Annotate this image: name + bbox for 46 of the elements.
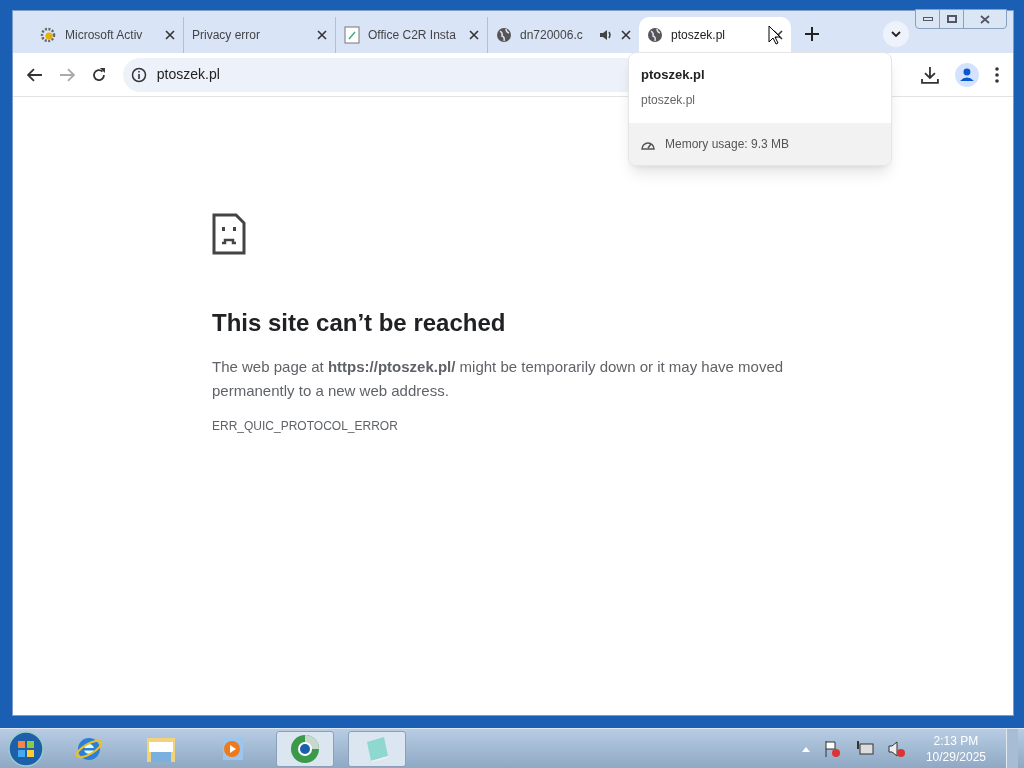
document-icon: [344, 26, 360, 44]
plus-icon[interactable]: [805, 27, 819, 41]
network-icon[interactable]: [855, 740, 874, 757]
gear-icon: [39, 26, 57, 44]
browser-tab[interactable]: Privacy error: [183, 17, 335, 53]
close-icon[interactable]: [165, 30, 175, 40]
browser-tab[interactable]: Microsoft Activ: [31, 17, 183, 53]
close-icon[interactable]: [773, 30, 783, 40]
browser-tab[interactable]: Office C2R Insta: [335, 17, 487, 53]
tab-search-button[interactable]: [883, 21, 909, 47]
tab-title: Microsoft Activ: [65, 27, 144, 44]
download-icon[interactable]: [921, 65, 940, 84]
hover-card-domain: ptoszek.pl: [641, 91, 696, 109]
tab-title: ptoszek.pl: [671, 27, 727, 44]
sad-page-icon: [212, 213, 246, 255]
reload-icon[interactable]: [90, 66, 107, 83]
globe-icon: [647, 27, 663, 43]
tab-title: Office C2R Insta: [368, 27, 457, 44]
url-text: ptoszek.pl: [156, 65, 220, 84]
start-button[interactable]: [6, 729, 46, 768]
clock-time: 2:13 PM: [933, 732, 979, 749]
back-arrow-icon[interactable]: [27, 67, 43, 82]
menu-icon[interactable]: [995, 66, 999, 83]
taskbar-button[interactable]: [276, 730, 334, 767]
memory-usage: Memory usage: 9.3 MB: [665, 135, 790, 153]
tab-title: dn720006.c: [520, 27, 584, 44]
globe-icon: [496, 27, 512, 43]
close-icon: [980, 14, 990, 24]
speaker-icon[interactable]: [599, 28, 613, 42]
close-icon[interactable]: [317, 30, 327, 40]
muted-speaker-icon[interactable]: [887, 739, 906, 758]
error-message: The web page at https://ptoszek.pl/ might be temporarily down or it may have moved permanently to a new web address.: [212, 357, 785, 401]
close-icon[interactable]: [469, 30, 479, 40]
info-icon[interactable]: [130, 66, 147, 83]
clock-date: 10/29/2025: [925, 748, 986, 765]
hover-card-title: ptoszek.pl: [641, 66, 705, 84]
round-browser-icon[interactable]: [289, 732, 321, 765]
tab-title: Privacy error: [192, 27, 261, 44]
profile-icon[interactable]: [955, 62, 979, 87]
flag-icon[interactable]: [823, 739, 842, 758]
close-icon[interactable]: [621, 30, 631, 40]
mouse-cursor-icon: [768, 25, 782, 45]
error-heading: This site can’t be reached: [212, 308, 506, 338]
chevron-down-icon: [891, 31, 901, 37]
browser-tab[interactable]: ptoszek.pl: [639, 17, 791, 53]
error-code: ERR_QUIC_PROTOCOL_ERROR: [212, 418, 398, 435]
